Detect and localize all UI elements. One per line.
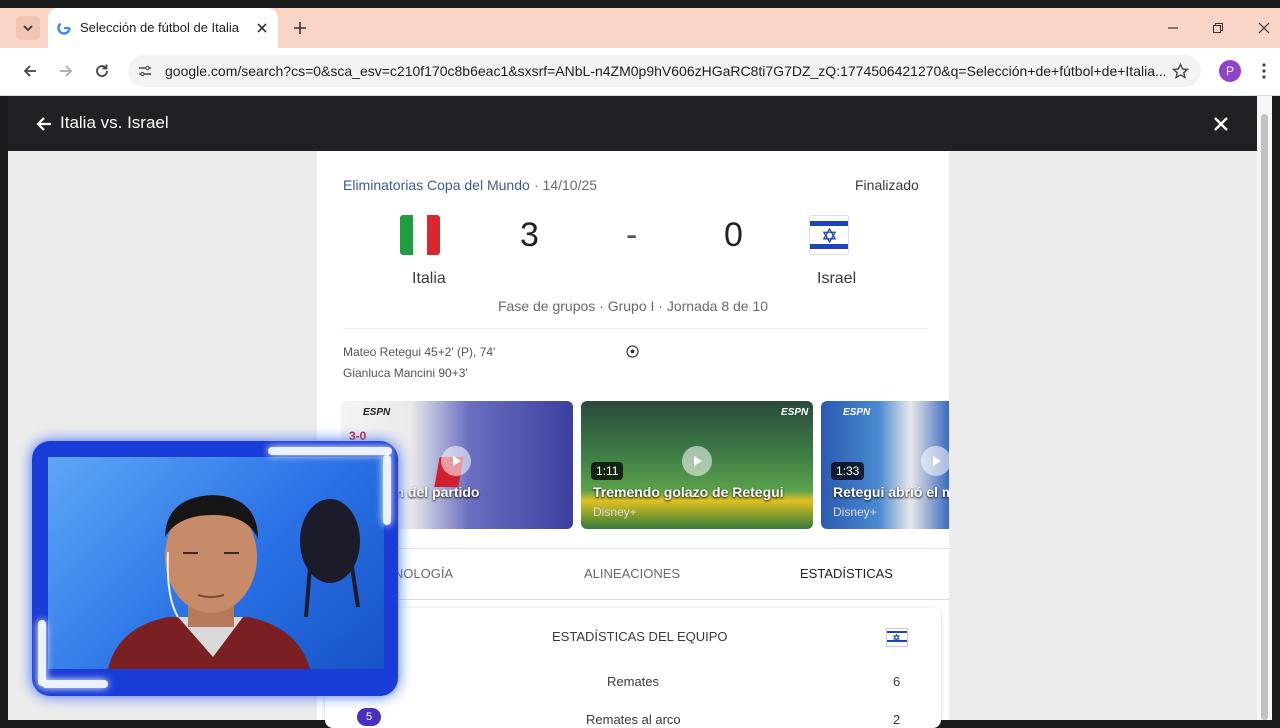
- menu-button[interactable]: [1254, 59, 1274, 83]
- frame-glow-bottom: [42, 680, 108, 688]
- profile-avatar[interactable]: P: [1219, 60, 1241, 82]
- stats-heading: ESTADÍSTICAS DEL EQUIPO: [552, 629, 728, 644]
- home-team-name[interactable]: Italia: [412, 270, 446, 288]
- match-tabs: CRONOLOGÍA ALINEACIONES ESTADÍSTICAS: [317, 548, 949, 600]
- minimize-icon: [1168, 27, 1178, 29]
- espn-logo: ESPN: [843, 407, 871, 418]
- restore-icon: [1213, 23, 1223, 33]
- scrollbar-thumb[interactable]: [1261, 114, 1268, 720]
- plus-icon: [294, 22, 306, 34]
- play-button[interactable]: [921, 446, 949, 476]
- video-source: Disney+: [593, 505, 637, 519]
- video-source: Disney+: [833, 505, 877, 519]
- forward-button[interactable]: [54, 59, 78, 83]
- video-duration: 1:33: [831, 462, 865, 480]
- match-status: Finalizado: [855, 177, 919, 193]
- soccer-ball-icon: [626, 345, 639, 358]
- play-button[interactable]: [441, 446, 471, 476]
- team-stats-card: ESTADÍSTICAS DEL EQUIPO Remates 6 5 Rema…: [325, 608, 941, 728]
- home-score: 3: [520, 216, 539, 254]
- video-duration: 1:11: [591, 462, 624, 480]
- scorer-line: Mateo Retegui 45+2' (P), 74': [343, 345, 496, 359]
- frame-glow-right: [383, 455, 391, 525]
- tab-search-button[interactable]: [16, 16, 40, 40]
- divider: [343, 328, 927, 329]
- match-date: · 14/10/25: [534, 177, 598, 193]
- stat-home-value: 5: [357, 708, 381, 726]
- back-button[interactable]: [18, 59, 42, 83]
- match-title: Italia vs. Israel: [60, 113, 169, 132]
- url-text: google.com/search?cs=0&sca_esv=c210f170c…: [165, 63, 1165, 79]
- star-icon: [1171, 62, 1189, 79]
- scorer-line: Gianluca Mancini 90+3': [343, 366, 468, 380]
- tab-active[interactable]: Selección de fútbol de Italia - B: [48, 8, 278, 48]
- streamer-image: [108, 495, 360, 669]
- play-button[interactable]: [682, 446, 712, 476]
- away-score: 0: [724, 216, 743, 254]
- chevron-down-icon: [23, 25, 33, 32]
- tab-title: Selección de fútbol de Italia - B: [80, 20, 240, 35]
- reload-button[interactable]: [90, 59, 114, 83]
- away-team-name[interactable]: Israel: [817, 270, 856, 288]
- google-favicon-icon: [57, 21, 71, 35]
- reload-icon: [96, 64, 108, 77]
- video-card[interactable]: ESPN 1:33 Retegui abrió el marcador Disn…: [821, 401, 949, 529]
- match-header-bar: Italia vs. Israel: [8, 96, 1257, 151]
- play-icon: [933, 456, 941, 466]
- close-overlay-button[interactable]: [1208, 111, 1234, 137]
- frame-glow-top: [268, 447, 392, 455]
- address-bar[interactable]: google.com/search?cs=0&sca_esv=c210f170c…: [128, 55, 1201, 87]
- score-separator: -: [626, 216, 638, 254]
- close-window-button[interactable]: [1251, 16, 1277, 40]
- arrow-right-icon: [60, 65, 73, 77]
- webcam-feed: [48, 457, 384, 669]
- tab-statistics[interactable]: ESTADÍSTICAS: [800, 566, 893, 581]
- close-icon: [1258, 22, 1270, 34]
- arrow-left-icon: [23, 65, 36, 77]
- scrollbar[interactable]: [1257, 96, 1272, 720]
- video-title: Tremendo golazo de Retegui: [593, 484, 784, 500]
- competition-link[interactable]: Eliminatorias Copa del Mundo: [343, 177, 530, 193]
- israel-flag-small-icon: [886, 628, 908, 647]
- play-icon: [694, 456, 702, 466]
- close-icon: [257, 23, 267, 33]
- match-stage: Fase de grupos · Grupo I · Jornada 8 de …: [498, 298, 769, 314]
- bookmark-button[interactable]: [1168, 59, 1192, 83]
- espn-logo: ESPN: [781, 407, 809, 418]
- close-icon: [1214, 117, 1228, 131]
- site-settings-icon: [139, 65, 151, 77]
- tab-lineups[interactable]: ALINEACIONES: [584, 566, 680, 581]
- star-of-david-icon: [893, 634, 900, 641]
- stat-label: Remates: [607, 674, 660, 689]
- video-title: Retegui abrió el marcador: [833, 484, 949, 500]
- browser-toolbar: google.com/search?cs=0&sca_esv=c210f170c…: [0, 48, 1280, 96]
- back-arrow-button[interactable]: [32, 112, 56, 136]
- more-vert-icon: [1262, 63, 1266, 79]
- new-tab-button[interactable]: [288, 16, 312, 40]
- play-icon: [453, 456, 461, 466]
- star-of-david-icon: [822, 228, 837, 243]
- arrow-left-icon: [36, 117, 51, 131]
- close-tab-button[interactable]: [253, 19, 271, 37]
- video-card[interactable]: ESPN 1:11 Tremendo golazo de Retegui Dis…: [581, 401, 813, 529]
- minimize-button[interactable]: [1160, 16, 1186, 40]
- italy-flag-icon[interactable]: [400, 215, 440, 255]
- israel-flag-icon[interactable]: [809, 215, 849, 255]
- espn-logo: ESPN: [363, 407, 391, 418]
- window-top-edge: [0, 0, 1280, 8]
- stat-away-value: 6: [893, 674, 901, 689]
- frame-glow-left: [38, 620, 46, 686]
- restore-button[interactable]: [1205, 16, 1231, 40]
